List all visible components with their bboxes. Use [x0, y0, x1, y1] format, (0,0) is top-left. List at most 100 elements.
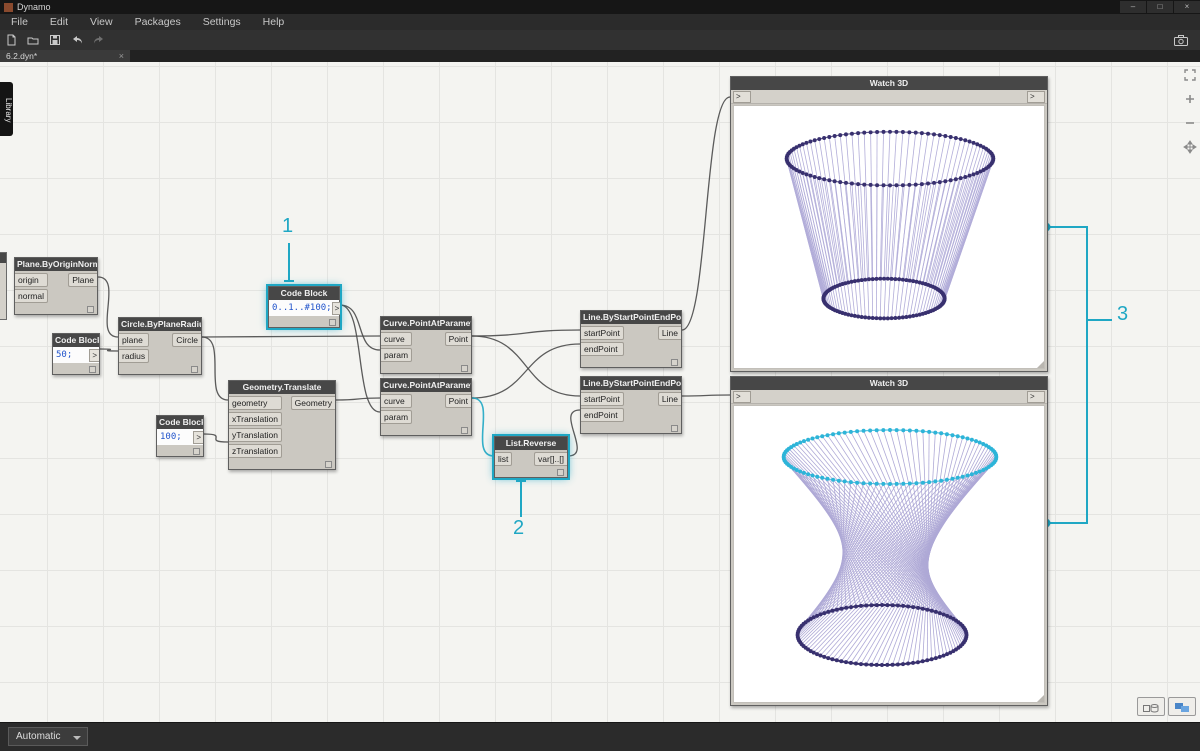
input-port-ztranslation[interactable]: zTranslation [229, 444, 282, 458]
node-code-block-50[interactable]: Code Block 50; > [52, 333, 100, 375]
watch3d-viewport[interactable] [733, 405, 1045, 703]
node-title[interactable]: Curve.PointAtParameter [381, 317, 471, 330]
input-port-param[interactable]: param [381, 410, 413, 424]
lacing-indicator[interactable] [89, 366, 96, 373]
input-port-ytranslation[interactable]: yTranslation [229, 428, 282, 442]
background-preview-icon[interactable] [1168, 697, 1196, 716]
tab-close-icon[interactable]: × [119, 51, 124, 61]
run-mode-dropdown[interactable]: Automatic [8, 727, 88, 746]
node-list-reverse[interactable]: List.Reverse list var[]..[] [492, 434, 570, 480]
node-title[interactable]: Code Block [157, 416, 203, 429]
undo-icon[interactable] [66, 32, 88, 48]
menu-settings[interactable]: Settings [192, 16, 252, 28]
menu-view[interactable]: View [79, 16, 124, 28]
node-curve-pointatparameter-bottom[interactable]: Curve.PointAtParameter curve param Point [380, 378, 472, 436]
node-watch3d-top[interactable]: Watch 3D > > [730, 76, 1048, 372]
menu-packages[interactable]: Packages [124, 16, 192, 28]
camera-export-icon[interactable] [1170, 32, 1192, 48]
lacing-indicator[interactable] [87, 306, 94, 313]
input-port-curve[interactable]: curve [381, 394, 413, 408]
input-port-xtranslation[interactable]: xTranslation [229, 412, 282, 426]
lacing-indicator[interactable] [461, 365, 468, 372]
node-title[interactable]: Line.ByStartPointEndPoint [581, 377, 681, 390]
tab-6-2-dyn[interactable]: 6.2.dyn* × [0, 50, 130, 62]
node-line-bystartpointendpoint-top[interactable]: Line.ByStartPointEndPoint startPoint end… [580, 310, 682, 368]
lacing-indicator[interactable] [191, 366, 198, 373]
node-title[interactable]: Code Block [269, 287, 339, 300]
close-button[interactable]: × [1174, 1, 1200, 13]
save-icon[interactable] [44, 32, 66, 48]
output-port-point[interactable]: Point [444, 394, 471, 408]
lacing-indicator[interactable] [193, 448, 200, 455]
lacing-indicator[interactable] [671, 425, 678, 432]
minimize-button[interactable]: – [1120, 1, 1146, 13]
lacing-indicator[interactable] [557, 469, 564, 476]
offscreen-node[interactable] [0, 252, 7, 320]
node-title[interactable]: List.Reverse [495, 437, 567, 450]
zoom-fit-icon[interactable] [1183, 68, 1197, 87]
resize-handle-icon[interactable] [1037, 361, 1044, 368]
output-port[interactable]: > [331, 301, 342, 315]
code-text[interactable]: 50; [53, 350, 72, 360]
geometry-preview-icon[interactable] [1137, 697, 1165, 716]
node-title[interactable]: Curve.PointAtParameter [381, 379, 471, 392]
node-circle-byplaneradius[interactable]: Circle.ByPlaneRadius plane radius Circle [118, 317, 202, 375]
input-port-list[interactable]: list [495, 452, 513, 466]
node-title[interactable]: Line.ByStartPointEndPoint [581, 311, 681, 324]
node-code-block-100[interactable]: Code Block 100; > [156, 415, 204, 457]
lacing-indicator[interactable] [325, 461, 332, 468]
input-port-geometry[interactable]: geometry [229, 396, 282, 410]
output-port[interactable]: > [1027, 390, 1045, 403]
node-watch3d-bottom[interactable]: Watch 3D > > [730, 376, 1048, 706]
output-port-geometry[interactable]: Geometry [290, 396, 335, 410]
menu-edit[interactable]: Edit [39, 16, 79, 28]
resize-handle-icon[interactable] [1037, 695, 1044, 702]
menu-help[interactable]: Help [252, 16, 296, 28]
output-port[interactable]: > [1027, 90, 1045, 103]
input-port[interactable]: > [733, 390, 751, 403]
node-title[interactable]: Geometry.Translate [229, 381, 335, 394]
node-title[interactable]: Code Block [53, 334, 99, 347]
watch3d-viewport[interactable] [733, 105, 1045, 369]
output-port[interactable]: > [89, 348, 99, 362]
maximize-button[interactable]: □ [1147, 1, 1173, 13]
open-folder-icon[interactable] [22, 32, 44, 48]
output-port-plane[interactable]: Plane [68, 273, 97, 287]
lacing-indicator[interactable] [671, 359, 678, 366]
output-port-line[interactable]: Line [657, 326, 681, 340]
output-port-point[interactable]: Point [444, 332, 471, 346]
input-port-startpoint[interactable]: startPoint [581, 392, 624, 406]
output-port[interactable]: > [193, 430, 203, 444]
input-port-origin[interactable]: origin [15, 273, 48, 287]
output-port-circle[interactable]: Circle [172, 333, 201, 347]
input-port-curve[interactable]: curve [381, 332, 413, 346]
node-line-bystartpointendpoint-bottom[interactable]: Line.ByStartPointEndPoint startPoint end… [580, 376, 682, 434]
output-port-var[interactable]: var[]..[] [534, 452, 567, 466]
new-file-icon[interactable] [0, 32, 22, 48]
input-port[interactable]: > [733, 90, 751, 103]
input-port-normal[interactable]: normal [15, 289, 48, 303]
input-port-startpoint[interactable]: startPoint [581, 326, 624, 340]
input-port-endpoint[interactable]: endPoint [581, 408, 624, 422]
menu-file[interactable]: File [0, 16, 39, 28]
node-title[interactable]: Watch 3D [731, 77, 1047, 90]
code-text[interactable]: 0..1..#100; [269, 303, 332, 313]
input-port-param[interactable]: param [381, 348, 413, 362]
node-plane-byoriginnormal[interactable]: Plane.ByOriginNormal origin normal Plane [14, 257, 98, 315]
pan-icon[interactable] [1183, 140, 1197, 159]
redo-icon[interactable] [88, 32, 110, 48]
output-port-line[interactable]: Line [657, 392, 681, 406]
node-title[interactable]: Watch 3D [731, 377, 1047, 390]
input-port-endpoint[interactable]: endPoint [581, 342, 624, 356]
zoom-out-icon[interactable] [1183, 116, 1197, 135]
input-port-radius[interactable]: radius [119, 349, 150, 363]
node-title[interactable]: Circle.ByPlaneRadius [119, 318, 201, 331]
input-port-plane[interactable]: plane [119, 333, 150, 347]
lacing-indicator[interactable] [329, 319, 336, 326]
code-text[interactable]: 100; [157, 432, 182, 442]
lacing-indicator[interactable] [461, 427, 468, 434]
node-title[interactable]: Plane.ByOriginNormal [15, 258, 97, 271]
zoom-in-icon[interactable] [1183, 92, 1197, 111]
node-code-block-range[interactable]: Code Block 0..1..#100; > [266, 284, 342, 330]
library-flyout-tab[interactable]: Library [0, 82, 13, 136]
